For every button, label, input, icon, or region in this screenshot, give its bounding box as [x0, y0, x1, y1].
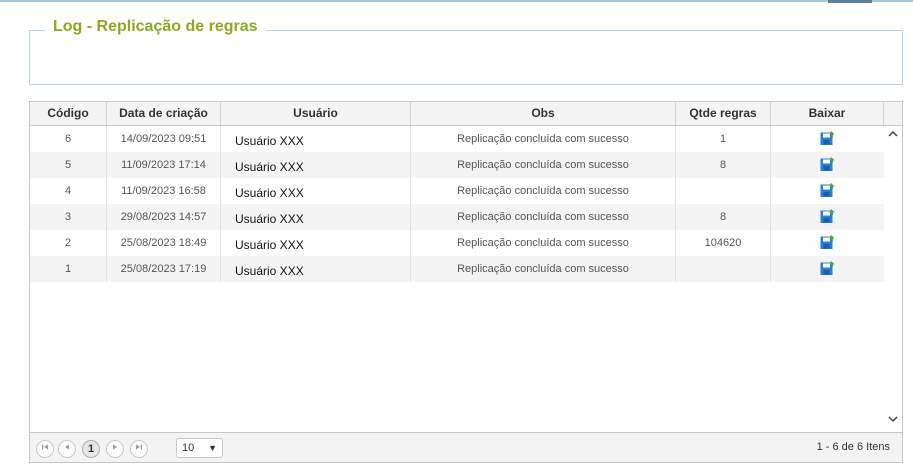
table-row[interactable]: 3 29/08/2023 14:57 Usuário XXX Replicaçã… — [30, 204, 884, 230]
cell-data: 25/08/2023 17:19 — [107, 256, 221, 282]
table-row[interactable]: 4 11/09/2023 16:58 Usuário XXX Replicaçã… — [30, 178, 884, 204]
cell-data: 25/08/2023 18:49 — [107, 230, 221, 256]
table-row[interactable]: 2 25/08/2023 18:49 Usuário XXX Replicaçã… — [30, 230, 884, 256]
chevron-up-icon[interactable] — [888, 130, 898, 138]
cell-data: 11/09/2023 17:14 — [107, 152, 221, 178]
next-page-icon — [113, 444, 117, 450]
vertical-scrollbar[interactable] — [884, 126, 902, 433]
cell-obs: Replicação concluída com sucesso — [411, 230, 676, 256]
cell-usuario: Usuário XXX — [221, 256, 411, 282]
log-panel — [29, 30, 903, 85]
cell-codigo: 2 — [30, 230, 107, 256]
grid-header: Código Data de criação Usuário Obs Qtde … — [30, 102, 902, 126]
col-header-data-criacao[interactable]: Data de criação — [107, 102, 221, 125]
cell-usuario: Usuário XXX — [221, 204, 411, 230]
cell-codigo: 4 — [30, 178, 107, 204]
cell-codigo: 6 — [30, 126, 107, 152]
first-page-button[interactable] — [36, 440, 54, 458]
col-header-usuario[interactable]: Usuário — [221, 102, 411, 125]
cell-data: 14/09/2023 09:51 — [107, 126, 221, 152]
last-page-icon — [136, 444, 142, 450]
caret-down-icon: ▼ — [208, 443, 217, 453]
save-download-icon[interactable] — [820, 156, 835, 172]
cell-qtde: 104620 — [676, 230, 771, 256]
cell-baixar — [771, 152, 884, 178]
cell-usuario: Usuário XXX — [221, 152, 411, 178]
chevron-down-icon[interactable] — [888, 415, 898, 423]
save-download-icon[interactable] — [820, 234, 835, 250]
last-page-button[interactable] — [130, 440, 148, 458]
cell-obs: Replicação concluída com sucesso — [411, 152, 676, 178]
current-page-button[interactable]: 1 — [82, 440, 100, 458]
first-page-icon — [42, 444, 48, 450]
table-row[interactable]: 6 14/09/2023 09:51 Usuário XXX Replicaçã… — [30, 126, 884, 152]
save-download-icon[interactable] — [820, 208, 835, 224]
cell-qtde: 1 — [676, 126, 771, 152]
cell-codigo: 3 — [30, 204, 107, 230]
col-header-scroll-spacer — [884, 102, 902, 125]
cell-data: 29/08/2023 14:57 — [107, 204, 221, 230]
cell-obs: Replicação concluída com sucesso — [411, 126, 676, 152]
save-download-icon[interactable] — [820, 130, 835, 146]
col-header-qtde-regras[interactable]: Qtde regras — [676, 102, 771, 125]
col-header-codigo[interactable]: Código — [30, 102, 107, 125]
cell-usuario: Usuário XXX — [221, 178, 411, 204]
cell-data: 11/09/2023 16:58 — [107, 178, 221, 204]
prev-page-icon — [65, 444, 69, 450]
cell-usuario: Usuário XXX — [221, 230, 411, 256]
col-header-baixar[interactable]: Baixar — [771, 102, 884, 125]
cell-baixar — [771, 178, 884, 204]
table-row[interactable]: 1 25/08/2023 17:19 Usuário XXX Replicaçã… — [30, 256, 884, 282]
cell-obs: Replicação concluída com sucesso — [411, 178, 676, 204]
cell-qtde — [676, 256, 771, 282]
cell-codigo: 5 — [30, 152, 107, 178]
col-header-obs[interactable]: Obs — [411, 102, 676, 125]
cell-baixar — [771, 230, 884, 256]
panel-title: Log - Replicação de regras — [45, 18, 266, 36]
page-size-value: 10 — [182, 442, 195, 454]
prev-page-button[interactable] — [58, 440, 76, 458]
save-download-icon[interactable] — [820, 260, 835, 276]
grid-body: 6 14/09/2023 09:51 Usuário XXX Replicaçã… — [30, 126, 884, 282]
grid-pager: 1 10 ▼ 1 - 6 de 6 Itens — [30, 432, 902, 462]
cell-baixar — [771, 256, 884, 282]
pager-info: 1 - 6 de 6 Itens — [816, 441, 890, 453]
save-download-icon[interactable] — [820, 182, 835, 198]
cell-qtde: 8 — [676, 204, 771, 230]
next-page-button[interactable] — [106, 440, 124, 458]
top-divider-line — [0, 0, 913, 2]
log-grid: Código Data de criação Usuário Obs Qtde … — [29, 101, 903, 463]
top-tab-indicator — [828, 0, 872, 3]
table-row[interactable]: 5 11/09/2023 17:14 Usuário XXX Replicaçã… — [30, 152, 884, 178]
cell-obs: Replicação concluída com sucesso — [411, 256, 676, 282]
cell-obs: Replicação concluída com sucesso — [411, 204, 676, 230]
cell-baixar — [771, 204, 884, 230]
cell-codigo: 1 — [30, 256, 107, 282]
cell-qtde — [676, 178, 771, 204]
cell-baixar — [771, 126, 884, 152]
cell-qtde: 8 — [676, 152, 771, 178]
cell-usuario: Usuário XXX — [221, 126, 411, 152]
page-size-select[interactable]: 10 ▼ — [176, 438, 223, 458]
